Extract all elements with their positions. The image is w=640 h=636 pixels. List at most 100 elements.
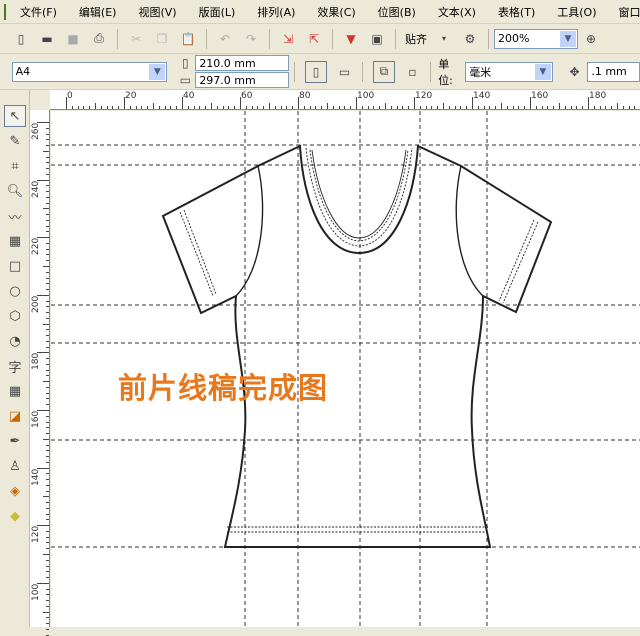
menu-window[interactable]: 窗口 <box>619 4 640 20</box>
toolbox: ↖ ✎ ⌗ 🔍︎ 〰 ▦ □ ○ ⬡ ◔ 字 ▦ ◪ ✒ ♙ ◈ ◆ <box>0 90 30 627</box>
cut-icon[interactable]: ✂ <box>128 31 144 47</box>
ruler-tick <box>379 106 380 109</box>
ruler-tick <box>46 364 49 365</box>
snap-to-button[interactable]: 贴齐 <box>405 31 427 47</box>
basic-shapes-tool-icon[interactable]: ◔ <box>4 330 26 352</box>
menu-effects[interactable]: 效果(C) <box>317 4 355 20</box>
chevron-down-icon[interactable]: ▼ <box>149 64 165 80</box>
unit-select[interactable]: 毫米 ▼ <box>465 62 553 82</box>
undo-icon[interactable]: ↶ <box>217 31 233 47</box>
ruler-label: 120 <box>415 91 432 101</box>
ruler-label: 220 <box>31 238 41 255</box>
ruler-tick <box>46 306 49 307</box>
ruler-tick <box>46 537 49 538</box>
ruler-tick <box>46 197 49 198</box>
ruler-tick <box>484 106 485 109</box>
caption-text: 前片线稿完成图 <box>118 365 328 407</box>
ruler-label: 140 <box>473 91 490 101</box>
chevron-down-icon[interactable]: ▼ <box>535 64 551 80</box>
page-height-icon: ▭ <box>177 72 193 88</box>
interactive-fill-tool-icon[interactable]: ◆ <box>4 505 26 527</box>
ruler-tick <box>205 106 206 109</box>
ruler-tick <box>46 128 49 129</box>
paste-icon[interactable]: 📋 <box>180 31 196 47</box>
print-icon[interactable]: ⎙ <box>91 31 107 47</box>
chevron-down-icon[interactable]: ▼ <box>560 31 576 47</box>
separator <box>430 62 431 82</box>
menu-view[interactable]: 视图(V) <box>138 4 176 20</box>
ruler-tick <box>46 600 49 601</box>
shape-tool-icon[interactable]: ✎ <box>4 130 26 152</box>
ruler-tick <box>327 103 328 109</box>
menu-file[interactable]: 文件(F) <box>20 4 57 20</box>
nudge-distance-input[interactable]: .1 mm <box>587 62 640 82</box>
ruler-tick <box>43 381 49 382</box>
fill-tool-icon[interactable]: ◈ <box>4 480 26 502</box>
menu-bitmaps[interactable]: 位图(B) <box>378 4 416 20</box>
page-height-input[interactable]: 297.0 mm <box>195 72 289 88</box>
ruler-tick <box>217 106 218 109</box>
interactive-blend-tool-icon[interactable]: ◪ <box>4 405 26 427</box>
redo-icon[interactable]: ↷ <box>243 31 259 47</box>
ruler-origin[interactable] <box>30 90 50 110</box>
ruler-tick <box>629 106 630 109</box>
landscape-icon[interactable]: ▭ <box>337 64 353 80</box>
zoom-tool-icon[interactable]: 🔍︎ <box>4 180 26 202</box>
ruler-tick <box>46 139 49 140</box>
outline-tool-icon[interactable]: ♙ <box>4 455 26 477</box>
ruler-tick <box>46 231 49 232</box>
ruler-tick <box>46 589 49 590</box>
copy-icon[interactable]: ❐ <box>154 31 170 47</box>
chevron-down-icon[interactable]: ▾ <box>436 31 452 47</box>
menu-edit[interactable]: 编辑(E) <box>79 4 117 20</box>
tshirt-outline[interactable] <box>163 146 551 547</box>
import-icon[interactable]: ⇲ <box>280 31 296 47</box>
open-icon[interactable]: ▬ <box>39 31 55 47</box>
menu-text[interactable]: 文本(X) <box>438 4 476 20</box>
portrait-icon[interactable]: ▯ <box>305 61 326 83</box>
ruler-tick <box>46 416 49 417</box>
export-icon[interactable]: ⇱ <box>306 31 322 47</box>
table-tool-icon[interactable]: ▦ <box>4 380 26 402</box>
ruler-tick <box>46 341 49 342</box>
page-width-input[interactable]: 210.0 mm <box>195 55 289 71</box>
options-icon[interactable]: ⚙ <box>462 31 478 47</box>
menu-arrange[interactable]: 排列(A) <box>257 4 295 20</box>
crop-tool-icon[interactable]: ⌗ <box>4 155 26 177</box>
new-icon[interactable]: ▯ <box>13 31 29 47</box>
application-launcher-icon[interactable]: ▼ <box>343 31 359 47</box>
freehand-tool-icon[interactable]: 〰 <box>4 205 26 227</box>
ruler-tick <box>159 106 160 109</box>
menu-tools[interactable]: 工具(O) <box>557 4 596 20</box>
rectangle-tool-icon[interactable]: □ <box>4 255 26 277</box>
pick-tool-icon[interactable]: ↖ <box>4 105 26 127</box>
welcome-screen-icon[interactable]: ▣ <box>369 31 385 47</box>
drawing-canvas[interactable]: 前片线稿完成图 <box>51 111 640 627</box>
zoom-icon[interactable]: ⊕ <box>583 31 599 47</box>
polygon-tool-icon[interactable]: ⬡ <box>4 305 26 327</box>
ruler-tick <box>46 318 49 319</box>
menu-table[interactable]: 表格(T) <box>498 4 535 20</box>
text-tool-icon[interactable]: 字 <box>4 355 26 377</box>
ruler-tick <box>46 473 49 474</box>
vertical-ruler[interactable]: 260240220200180160140120100 <box>30 110 50 627</box>
ellipse-tool-icon[interactable]: ○ <box>4 280 26 302</box>
paper-type-select[interactable]: A4 ▼ <box>12 62 168 82</box>
all-pages-icon[interactable]: ⧉ <box>373 61 394 83</box>
ruler-tick <box>165 106 166 109</box>
ruler-tick <box>304 106 305 109</box>
ruler-tick <box>46 157 49 158</box>
eyedropper-tool-icon[interactable]: ✒ <box>4 430 26 452</box>
zoom-level-select[interactable]: 200% ▼ <box>494 29 578 49</box>
tshirt-front-drawing[interactable] <box>163 146 551 547</box>
menu-layout[interactable]: 版面(L) <box>199 4 236 20</box>
ruler-tick <box>275 106 276 109</box>
neckline-stitching <box>306 148 412 246</box>
save-icon[interactable]: ■ <box>65 31 81 47</box>
ruler-label: 60 <box>241 91 252 101</box>
smart-fill-tool-icon[interactable]: ▦ <box>4 230 26 252</box>
ruler-tick <box>43 612 49 613</box>
horizontal-ruler[interactable]: 020406080100120140160180 <box>50 90 640 110</box>
separator <box>206 29 207 49</box>
current-page-icon[interactable]: ▫ <box>405 64 421 80</box>
